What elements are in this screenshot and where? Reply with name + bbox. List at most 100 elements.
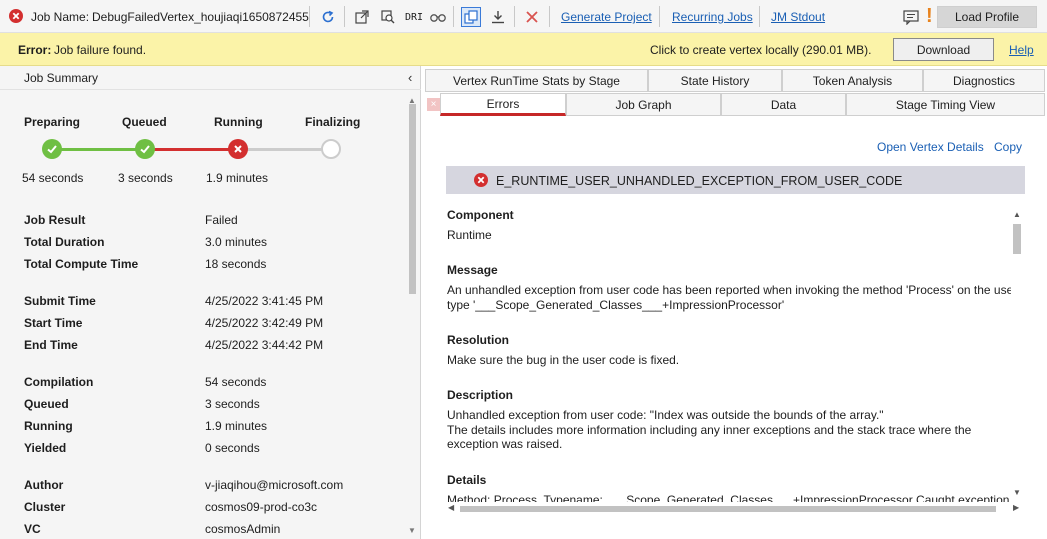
summary-value: 4/25/2022 3:44:42 PM (205, 338, 324, 352)
details-vertical-scrollbar[interactable]: ▲ ▼ (1011, 206, 1025, 501)
component-heading: Component (447, 208, 514, 222)
summary-value: cosmosAdmin (205, 522, 281, 536)
summary-label: Running (24, 419, 73, 433)
description-text: Unhandled exception from user code: "Ind… (447, 408, 884, 422)
summary-label: Start Time (24, 316, 83, 330)
binoculars-icon[interactable] (428, 7, 448, 27)
error-details-content: Component Runtime Message An unhandled e… (446, 206, 1011, 516)
copy-window-icon[interactable] (461, 7, 481, 27)
error-code: E_RUNTIME_USER_UNHANDLED_EXCEPTION_FROM_… (496, 174, 903, 188)
summary-value: v-jiaqihou@microsoft.com (205, 478, 344, 492)
stage-connector (60, 148, 138, 151)
download-button[interactable]: Download (893, 38, 994, 61)
scroll-down-icon[interactable]: ▼ (1013, 488, 1021, 497)
copy-link[interactable]: Copy (994, 140, 1022, 154)
create-vertex-text[interactable]: Click to create vertex locally (290.01 M… (650, 43, 871, 57)
job-name: DebugFailedVertex_houjiaqi1650872455 (92, 10, 309, 24)
component-value: Runtime (447, 228, 492, 242)
toolbar-separator (659, 6, 660, 27)
check-icon (42, 139, 62, 159)
scrollbar-thumb[interactable] (460, 506, 996, 512)
tab-vertex-runtime-stats[interactable]: Vertex RunTime Stats by Stage (425, 69, 648, 92)
details-panel: Vertex RunTime Stats by Stage State Hist… (424, 66, 1047, 539)
open-vertex-details-link[interactable]: Open Vertex Details (877, 140, 984, 154)
resolution-heading: Resolution (447, 333, 509, 347)
stage-time: 3 seconds (118, 171, 173, 185)
error-icon (474, 173, 488, 187)
open-external-icon[interactable] (352, 7, 372, 27)
stage-name: Running (214, 115, 263, 129)
summary-value: 4/25/2022 3:42:49 PM (205, 316, 324, 330)
stage-name: Finalizing (305, 115, 361, 129)
error-bar: Error: Job failure found. Click to creat… (0, 33, 1047, 66)
message-text: type '___Scope_Generated_Classes___+Impr… (447, 298, 785, 312)
tab-diagnostics[interactable]: Diagnostics (923, 69, 1045, 92)
warning-icon[interactable]: ! (926, 6, 933, 26)
summary-label: Yielded (24, 441, 67, 455)
error-code-banner: E_RUNTIME_USER_UNHANDLED_EXCEPTION_FROM_… (446, 166, 1025, 194)
summary-value: Failed (205, 213, 238, 227)
summary-label: End Time (24, 338, 78, 352)
scroll-right-icon[interactable]: ▶ (1013, 503, 1019, 512)
feedback-icon[interactable] (901, 7, 921, 27)
help-link[interactable]: Help (1009, 43, 1034, 57)
tab-errors[interactable]: Errors (440, 93, 566, 116)
job-summary-title: Job Summary (24, 71, 99, 85)
scrollbar-thumb[interactable] (409, 104, 416, 294)
scrollbar-thumb[interactable] (1013, 224, 1021, 254)
summary-value: 1.9 minutes (205, 419, 268, 433)
dri-icon[interactable]: DRI (404, 7, 424, 27)
error-icon (9, 9, 23, 23)
tab-data[interactable]: Data (721, 93, 846, 116)
summary-label: Total Duration (24, 235, 105, 249)
details-heading: Details (447, 473, 487, 487)
refresh-icon[interactable] (318, 7, 338, 27)
summary-label: Total Compute Time (24, 257, 139, 271)
download-icon[interactable] (488, 7, 508, 27)
summary-value: 0 seconds (205, 441, 260, 455)
toolbar-separator (453, 6, 454, 27)
close-tab-icon[interactable]: × (427, 98, 440, 111)
summary-label: VC (24, 522, 41, 536)
job-name-label: Job Name: (31, 10, 90, 24)
collapse-icon[interactable]: ‹ (408, 70, 412, 85)
toolbar-separator (309, 6, 310, 27)
details-text: Method: Process, Typename: ___Scope_Gene… (447, 493, 1010, 502)
message-text: An unhandled exception from user code ha… (447, 283, 1011, 297)
stage-time: 54 seconds (22, 171, 84, 185)
toolbar-separator (344, 6, 345, 27)
scroll-left-icon[interactable]: ◀ (448, 503, 454, 512)
job-summary-panel: Job Summary ‹ Preparing Queued Running F… (0, 66, 421, 539)
generate-project-link[interactable]: Generate Project (561, 10, 652, 24)
summary-value: 4/25/2022 3:41:45 PM (205, 294, 324, 308)
tab-row-bottom: Errors Job Graph Data Stage Timing View (424, 93, 1047, 116)
tab-stage-timing-view[interactable]: Stage Timing View (846, 93, 1045, 116)
summary-label: Submit Time (24, 294, 96, 308)
toolbar-separator (514, 6, 515, 27)
summary-scrollbar[interactable]: ▲ ▼ (406, 96, 419, 539)
summary-label: Compilation (24, 375, 94, 389)
stage-name: Preparing (24, 115, 81, 129)
tab-token-analysis[interactable]: Token Analysis (782, 69, 923, 92)
tab-job-graph[interactable]: Job Graph (566, 93, 721, 116)
summary-value: 54 seconds (205, 375, 267, 389)
stage-time: 1.9 minutes (206, 171, 269, 185)
search-vertex-icon[interactable] (378, 7, 398, 27)
cancel-icon[interactable] (522, 7, 542, 27)
check-icon (135, 139, 155, 159)
summary-value: 18 seconds (205, 257, 267, 271)
load-profile-button[interactable]: Load Profile (937, 6, 1037, 28)
tab-state-history[interactable]: State History (648, 69, 782, 92)
scroll-down-icon[interactable]: ▼ (408, 526, 416, 535)
jm-stdout-link[interactable]: JM Stdout (771, 10, 825, 24)
recurring-jobs-link[interactable]: Recurring Jobs (672, 10, 753, 24)
tab-row-top: Vertex RunTime Stats by Stage State Hist… (424, 69, 1047, 92)
summary-value: 3.0 minutes (205, 235, 268, 249)
scroll-up-icon[interactable]: ▲ (1013, 210, 1021, 219)
job-summary-header: Job Summary ‹ (0, 66, 421, 90)
stage-connector (246, 148, 324, 151)
summary-label: Cluster (24, 500, 66, 514)
details-horizontal-scrollbar[interactable]: ◀ ▶ (446, 502, 1025, 516)
summary-label: Author (24, 478, 64, 492)
stage-connector (153, 148, 231, 151)
